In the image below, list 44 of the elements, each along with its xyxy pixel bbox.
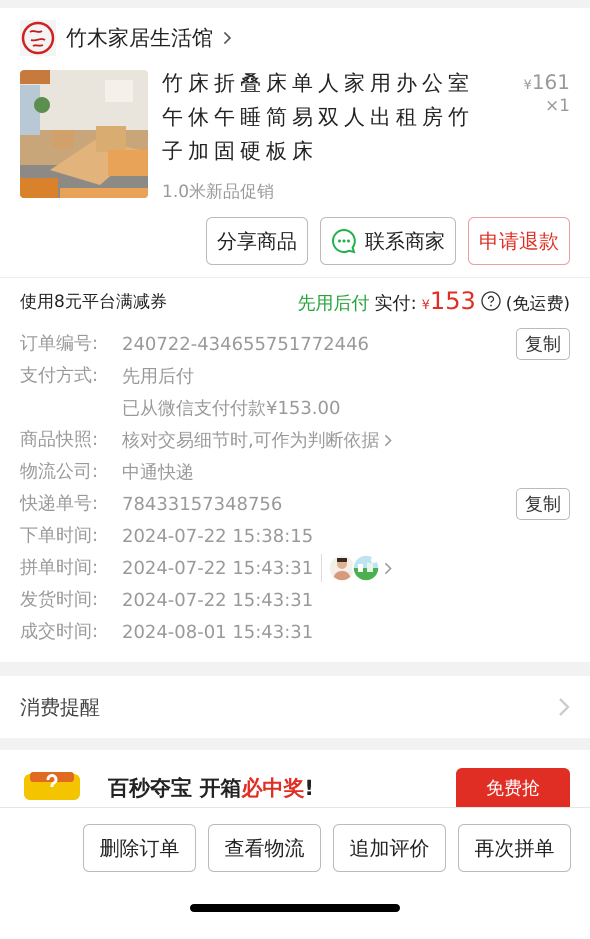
product-title[interactable]: 竹床折叠床单人家用办公室午休午睡简易双人出租房竹子加固硬板床 (162, 66, 492, 168)
shipping-note: (免运费) (506, 293, 570, 315)
detail-value: 先用后付 (122, 365, 194, 388)
coupon-text: 使用8元平台满减券 (20, 290, 167, 312)
order-action-button[interactable]: 查看物流 (208, 824, 321, 872)
detail-value: 78433157348756 (122, 494, 282, 514)
chevron-icon (223, 31, 232, 45)
order-action-button[interactable]: 删除订单 (83, 824, 196, 872)
detail-label: 快递单号: (20, 492, 100, 516)
copy-button[interactable]: 复制 (516, 488, 570, 520)
chevron-icon (558, 697, 570, 717)
paid-label: 实付: (374, 292, 417, 315)
detail-value: 中通快递 (122, 461, 194, 484)
detail-label: 订单编号: (20, 332, 100, 356)
detail-value: 2024-07-22 15:43:31 (122, 590, 314, 610)
detail-value: 240722-434655751772446 (122, 334, 369, 354)
copy-button[interactable]: 复制 (516, 328, 570, 360)
product-spec: 1.0米新品促销 (162, 181, 276, 203)
detail-label: 成交时间: (20, 620, 100, 644)
detail-label: 下单时间: (20, 524, 100, 548)
detail-label: 物流公司: (20, 460, 100, 484)
help-icon[interactable] (480, 291, 501, 311)
shop-logo-icon (20, 20, 56, 56)
order-action-button[interactable]: 再次拼单 (458, 824, 571, 872)
order-action-button[interactable]: 追加评价 (333, 824, 446, 872)
share-button[interactable]: 分享商品 (206, 217, 308, 265)
promo-text: 百秒夺宝 开箱必中奖! (108, 775, 315, 802)
detail-value: 2024-07-22 15:38:15 (122, 526, 314, 546)
product-price: ¥161 (524, 70, 570, 94)
detail-value: 已从微信支付付款¥153.00 (122, 397, 340, 420)
detail-label: 商品快照: (20, 428, 100, 452)
detail-label: 拼单时间: (20, 556, 100, 580)
detail-label: 支付方式: (20, 364, 100, 388)
pay-later-label: 先用后付 (298, 292, 370, 315)
reminder-label[interactable]: 消费提醒 (20, 694, 100, 720)
refund-button[interactable]: 申请退款 (468, 217, 570, 265)
detail-label: 发货时间: (20, 588, 100, 612)
paid-amount: ¥153 (422, 287, 476, 315)
product-quantity: ×1 (544, 96, 570, 116)
chat-icon (331, 228, 357, 254)
contact-seller-button[interactable]: 联系商家 (320, 217, 456, 265)
grab-free-button[interactable]: 免费抢 (456, 768, 570, 807)
detail-value: 2024-08-01 15:43:31 (122, 622, 314, 642)
shop-name[interactable]: 竹木家居生活馆 (66, 24, 213, 52)
